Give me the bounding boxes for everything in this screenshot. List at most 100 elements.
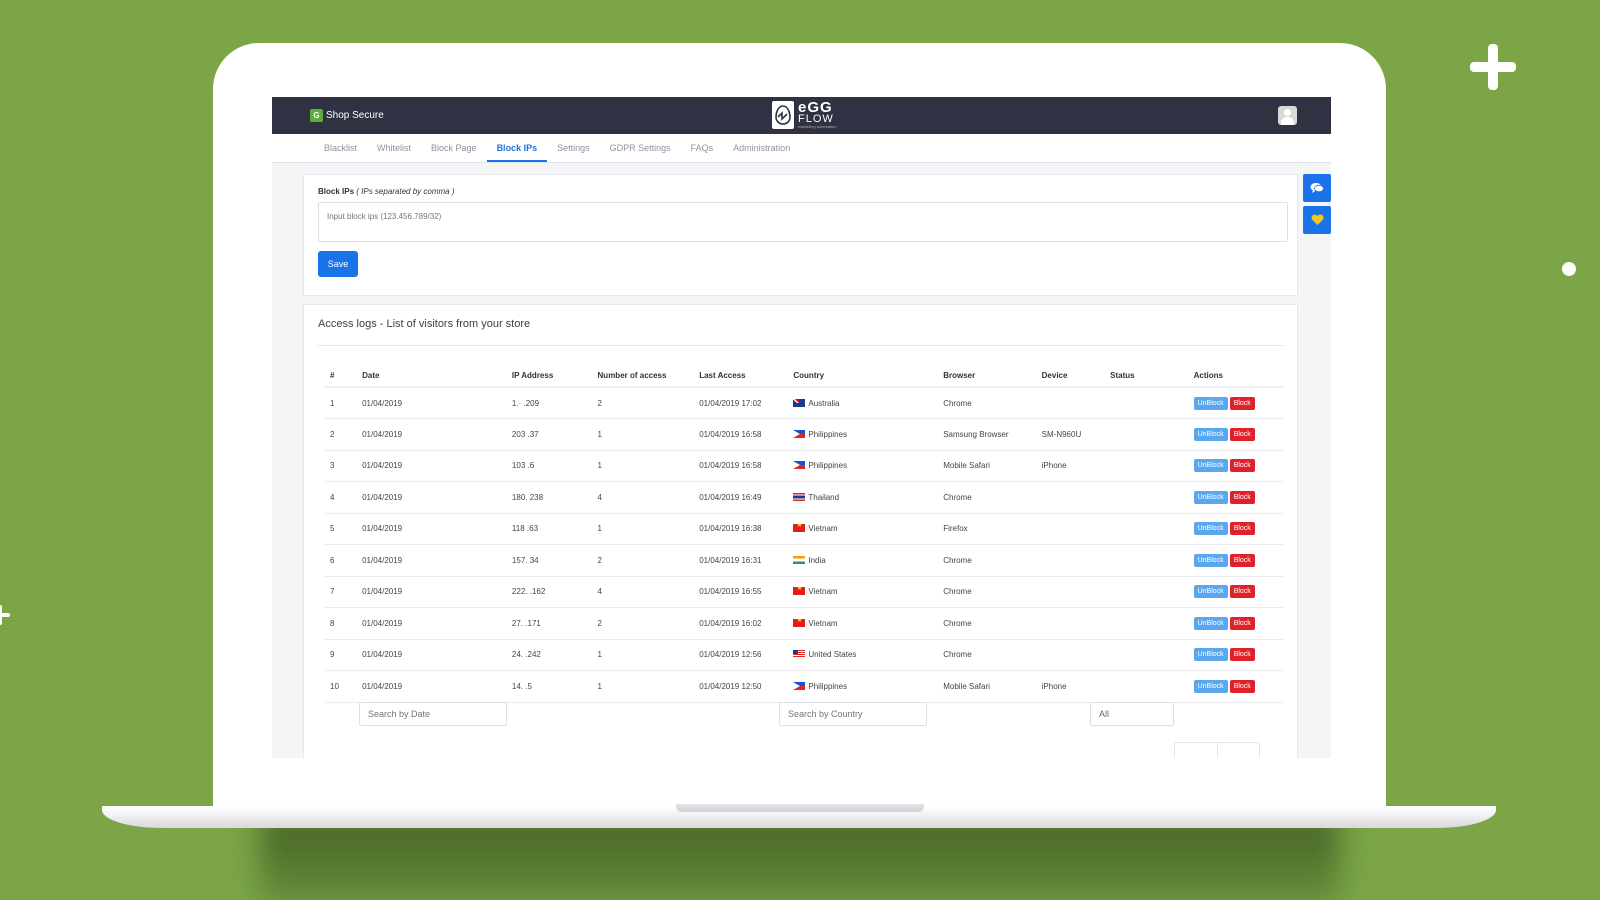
table-row: 10 01/04/2019 14. .5 1 01/04/2019 12:50 Phili… <box>324 670 1284 703</box>
actions-cell: UnBlock Block <box>1187 639 1284 671</box>
chat-button[interactable] <box>1303 174 1331 202</box>
block-button[interactable]: Block <box>1229 396 1255 410</box>
nav-tabs: Blacklist Whitelist Block Page Block IPs Set… <box>272 134 1331 163</box>
device-cell: SM-N960U <box>1035 418 1105 451</box>
actions-cell: UnBlock Block <box>1187 576 1284 608</box>
browser-cell: Firefox <box>937 513 1036 545</box>
unblock-button[interactable]: UnBlock <box>1193 648 1228 662</box>
ip-cell: 1.· .209 <box>505 387 592 419</box>
brand-name: Shop Secure <box>326 110 384 121</box>
tab-administration[interactable]: Administration <box>723 134 800 162</box>
unblock-button[interactable]: UnBlock <box>1193 396 1228 410</box>
date-cell: 01/04/2019 <box>356 450 506 482</box>
ip-cell: 118 .63 <box>505 513 592 545</box>
status-cell <box>1104 607 1188 640</box>
row-number: 6 <box>324 544 357 577</box>
unblock-button[interactable]: UnBlock <box>1193 585 1228 599</box>
search-by-country-input[interactable] <box>779 702 927 726</box>
actions-cell: UnBlock Block <box>1187 418 1284 451</box>
country-name: Australia <box>808 398 840 408</box>
laptop-notch <box>676 804 924 812</box>
tab-block-ips[interactable]: Block IPs <box>486 134 548 162</box>
row-number: 8 <box>324 607 357 640</box>
country-cell: India <box>787 544 938 577</box>
tab-block-page[interactable]: Block Page <box>421 134 487 162</box>
search-by-date-input[interactable] <box>359 702 507 726</box>
access-count-cell: 2 <box>591 387 694 419</box>
block-button[interactable]: Block <box>1229 679 1255 693</box>
date-cell: 01/04/2019 <box>356 418 506 451</box>
status-cell <box>1104 481 1188 514</box>
eggflow-logo: eGG FLOW marketing automation <box>772 100 836 129</box>
block-button[interactable]: Block <box>1229 522 1255 536</box>
table-row: 3 01/04/2019 103 .6 1 01/04/2019 16:58 Philip… <box>324 450 1284 482</box>
country-cell: Vietnam <box>787 513 938 545</box>
tab-faqs[interactable]: FAQs <box>681 134 724 162</box>
row-number: 4 <box>324 481 357 514</box>
date-cell: 01/04/2019 <box>356 481 506 514</box>
status-filter-select[interactable] <box>1090 702 1174 726</box>
status-cell <box>1104 450 1188 482</box>
block-button[interactable]: Block <box>1229 427 1255 441</box>
block-button[interactable]: Block <box>1229 648 1255 662</box>
access-count-cell: 4 <box>591 481 694 514</box>
pagination-button[interactable] <box>1218 743 1260 758</box>
country-cell: Australia <box>787 387 938 419</box>
flag-vn-icon <box>793 587 806 596</box>
tab-whitelist[interactable]: Whitelist <box>367 134 421 162</box>
flag-in-icon <box>793 555 806 564</box>
unblock-button[interactable]: UnBlock <box>1193 616 1228 630</box>
access-count-cell: 4 <box>591 576 694 608</box>
status-cell <box>1104 576 1188 608</box>
tab-gdpr-settings[interactable]: GDPR Settings <box>600 134 681 162</box>
user-avatar-icon[interactable] <box>1278 106 1297 125</box>
flag-vn-icon <box>793 524 806 533</box>
date-cell: 01/04/2019 <box>356 639 506 671</box>
block-ips-input[interactable] <box>318 202 1288 242</box>
row-number: 10 <box>324 670 357 703</box>
country-name: Philippines <box>808 461 848 471</box>
country-cell: Philippines <box>787 418 938 451</box>
row-number: 2 <box>324 418 357 451</box>
country-name: India <box>808 555 826 565</box>
column-header: Last Access <box>693 365 788 388</box>
block-button[interactable]: Block <box>1229 616 1255 630</box>
pagination-button[interactable] <box>1175 743 1218 758</box>
browser-cell: Chrome <box>937 639 1036 671</box>
unblock-button[interactable]: UnBlock <box>1193 522 1228 536</box>
last-access-cell: 01/04/2019 16:55 <box>693 576 788 608</box>
favorite-button[interactable] <box>1303 206 1331 234</box>
block-button[interactable]: Block <box>1229 459 1255 473</box>
block-button[interactable]: Block <box>1229 490 1255 504</box>
brand[interactable]: G Shop Secure <box>310 109 384 122</box>
country-name: Philippines <box>808 429 848 439</box>
unblock-button[interactable]: UnBlock <box>1193 459 1228 473</box>
date-cell: 01/04/2019 <box>356 513 506 545</box>
access-logs-card: Access logs - List of visitors from your… <box>303 304 1298 758</box>
unblock-button[interactable]: UnBlock <box>1193 553 1228 567</box>
date-cell: 01/04/2019 <box>356 544 506 577</box>
table-row: 501/04/2019118 .63101/04/2019 16:38 Vietn… <box>324 513 1284 545</box>
tab-settings[interactable]: Settings <box>547 134 600 162</box>
table-row: 701/04/2019222. .162401/04/2019 16:55 Vie… <box>324 576 1284 608</box>
access-count-cell: 1 <box>591 670 694 703</box>
block-ips-card: Block IPs ( IPs separated by comma ) Sav… <box>303 174 1298 296</box>
save-button[interactable]: Save <box>318 251 358 277</box>
browser-cell: Mobile Safari <box>937 450 1036 482</box>
block-button[interactable]: Block <box>1229 553 1255 567</box>
block-ips-label: Block IPs ( IPs separated by comma ) <box>318 187 455 196</box>
unblock-button[interactable]: UnBlock <box>1193 427 1228 441</box>
actions-cell: UnBlock Block <box>1187 513 1284 545</box>
column-header: Actions <box>1187 365 1284 388</box>
device-cell <box>1035 607 1105 640</box>
browser-cell: Chrome <box>937 481 1036 514</box>
block-button[interactable]: Block <box>1229 585 1255 599</box>
table-row: 6 01/04/2019 157. 34 2 01/04/2019 16:31 India… <box>324 544 1284 577</box>
status-cell <box>1104 544 1188 577</box>
unblock-button[interactable]: UnBlock <box>1193 490 1228 504</box>
country-name: United States <box>808 650 857 660</box>
tab-blacklist[interactable]: Blacklist <box>314 134 367 162</box>
chat-icon <box>1310 183 1324 193</box>
status-cell <box>1104 513 1188 545</box>
unblock-button[interactable]: UnBlock <box>1193 679 1228 693</box>
